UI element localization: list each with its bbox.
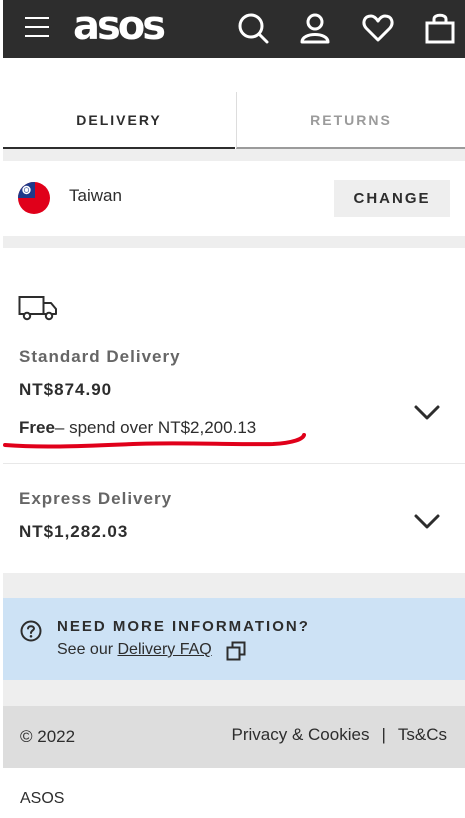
tab-returns[interactable]: RETURNS (236, 92, 465, 149)
red-annotation-underline (3, 433, 306, 449)
info-prefix: See our (57, 641, 118, 658)
change-country-button[interactable]: CHANGE (334, 180, 450, 217)
express-delivery-title: Express Delivery (19, 489, 173, 508)
link-separator: | (381, 725, 386, 744)
account-icon[interactable] (298, 11, 332, 45)
delivery-options: Standard Delivery NT$874.90 Free– spend … (3, 248, 465, 573)
heart-icon[interactable] (361, 11, 395, 45)
tab-delivery[interactable]: DELIVERY (3, 92, 235, 149)
country-name: Taiwan (69, 186, 122, 205)
footer: © 2022 Privacy & Cookies | Ts&Cs (3, 706, 465, 768)
search-icon[interactable] (236, 11, 270, 45)
page: asos DELIVERY RETURNS Taiwan CHANGE Stan… (3, 0, 465, 818)
menu-icon[interactable] (25, 17, 49, 37)
expand-standard-chevron-down-icon[interactable] (413, 404, 441, 422)
express-delivery-price: NT$1,282.03 (19, 522, 129, 541)
need-more-info-box: NEED MORE INFORMATION? See our Delivery … (3, 598, 465, 680)
brand-name: ASOS (20, 790, 65, 807)
divider (3, 463, 465, 464)
info-text: See our Delivery FAQ (57, 641, 212, 659)
footer-links: Privacy & Cookies | Ts&Cs (232, 725, 447, 745)
top-nav-bar: asos (3, 0, 465, 58)
clipped-content (3, 58, 465, 92)
delivery-truck-icon (18, 296, 57, 321)
taiwan-flag-icon (18, 182, 50, 214)
delivery-faq-link[interactable]: Delivery FAQ (117, 641, 211, 658)
asos-logo[interactable]: asos (73, 4, 166, 48)
country-selector: Taiwan CHANGE (3, 161, 465, 236)
terms-link[interactable]: Ts&Cs (398, 725, 447, 745)
copyright: © 2022 (20, 727, 76, 746)
standard-delivery-title: Standard Delivery (19, 347, 181, 366)
privacy-cookies-link[interactable]: Privacy & Cookies (232, 725, 370, 745)
question-circle-icon (20, 620, 42, 642)
external-link-icon[interactable] (226, 641, 246, 661)
expand-express-chevron-down-icon[interactable] (413, 513, 441, 531)
standard-delivery-price: NT$874.90 (19, 380, 113, 399)
delivery-returns-tabs: DELIVERY RETURNS (3, 92, 465, 149)
bag-icon[interactable] (423, 11, 457, 45)
footer-brand-bar: ASOS (3, 768, 465, 818)
info-title: NEED MORE INFORMATION? (57, 618, 310, 635)
